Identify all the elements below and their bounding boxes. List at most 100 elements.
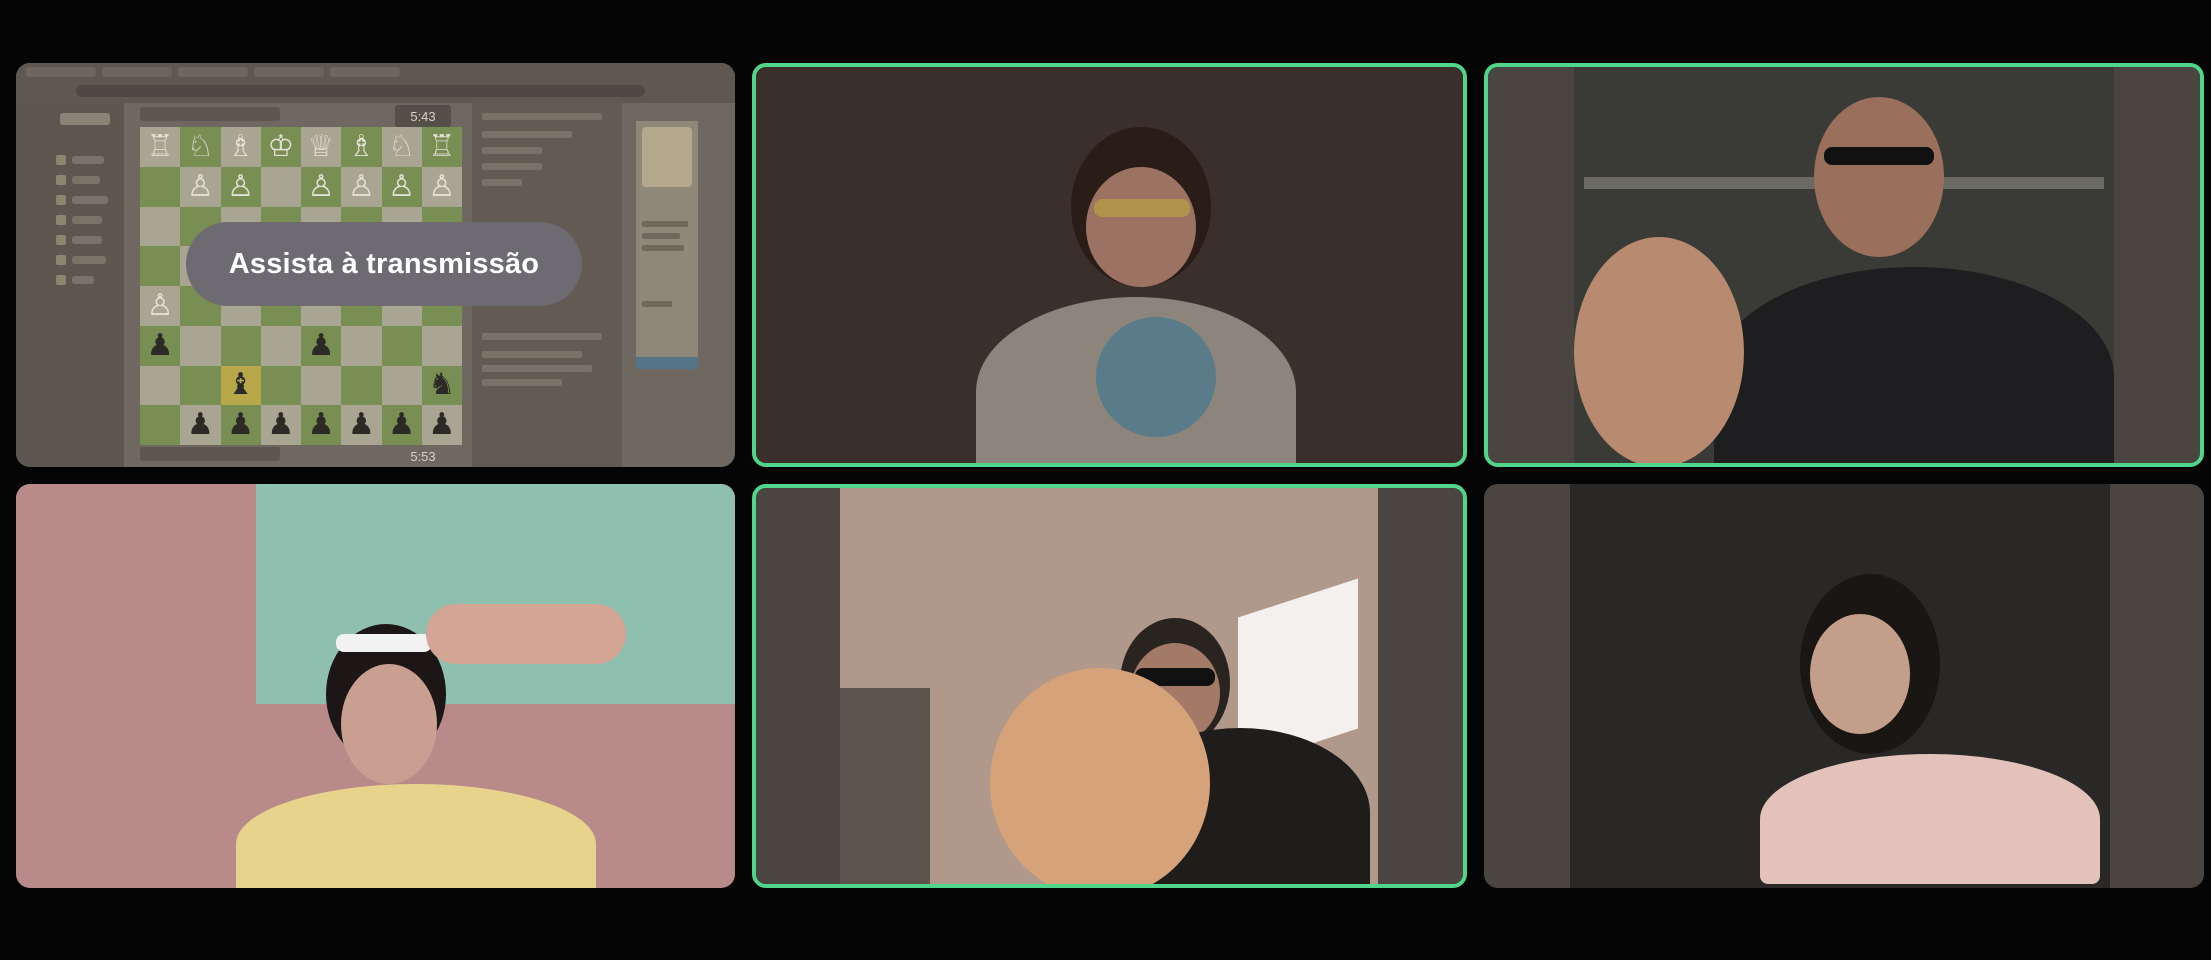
chess-piece: ♟ bbox=[140, 325, 181, 366]
watch-icon bbox=[56, 215, 66, 225]
sidebar-item bbox=[72, 236, 102, 244]
decorative-shape bbox=[642, 301, 672, 307]
decorative-shape bbox=[482, 131, 572, 138]
decorative-shape bbox=[254, 67, 324, 77]
chess-piece: ♘ bbox=[180, 127, 221, 167]
participant-tile[interactable] bbox=[1484, 484, 2204, 888]
chess-piece: ♟ bbox=[301, 325, 342, 366]
board-square bbox=[180, 325, 221, 366]
decorative-shape bbox=[482, 365, 592, 372]
decorative-shape bbox=[482, 333, 602, 340]
chess-piece: ♟ bbox=[220, 405, 261, 445]
decorative-shape bbox=[1574, 237, 1744, 463]
chess-piece: ♝ bbox=[220, 365, 261, 406]
sidebar-item bbox=[72, 276, 94, 284]
decorative-shape bbox=[1094, 199, 1190, 217]
sidebar-item bbox=[72, 196, 108, 204]
sidebar-item bbox=[72, 256, 106, 264]
participant-figure bbox=[1574, 87, 2114, 463]
decorative-shape bbox=[482, 113, 602, 120]
participant-figure bbox=[930, 608, 1370, 884]
play-icon bbox=[56, 155, 66, 165]
board-square bbox=[381, 365, 422, 406]
decorative-shape bbox=[2114, 67, 2200, 463]
sidebar-item bbox=[72, 176, 100, 184]
chess-piece: ♟ bbox=[260, 405, 301, 445]
decorative-shape bbox=[482, 163, 542, 170]
board-square bbox=[421, 325, 462, 366]
puzzle-icon bbox=[56, 175, 66, 185]
chess-piece: ♟ bbox=[180, 405, 221, 445]
decorative-shape bbox=[341, 664, 437, 784]
participant-tile[interactable] bbox=[16, 484, 735, 888]
chess-piece: ♙ bbox=[180, 166, 221, 207]
decorative-shape bbox=[840, 488, 1378, 884]
decorative-shape bbox=[178, 67, 248, 77]
decorative-shape bbox=[482, 147, 542, 154]
chess-piece: ♙ bbox=[301, 166, 342, 207]
browser-urlbar bbox=[76, 85, 645, 97]
news-icon bbox=[56, 235, 66, 245]
decorative-shape bbox=[1378, 488, 1463, 884]
decorative-shape bbox=[336, 634, 432, 652]
chess-piece: ♖ bbox=[140, 127, 181, 167]
self-clock: 5:53 bbox=[410, 448, 436, 464]
chess-piece: ♟ bbox=[381, 405, 422, 445]
chess-piece: ♗ bbox=[341, 127, 382, 167]
decorative-shape bbox=[1714, 267, 2114, 463]
decorative-shape bbox=[26, 67, 96, 77]
board-square bbox=[341, 325, 382, 366]
participant-video bbox=[16, 484, 735, 888]
decorative-shape bbox=[482, 351, 582, 358]
learn-icon bbox=[56, 195, 66, 205]
chess-piece: ♟ bbox=[421, 405, 462, 445]
chess-piece: ♟ bbox=[341, 405, 382, 445]
chess-piece: ♗ bbox=[220, 127, 261, 167]
decorative-shape bbox=[642, 245, 684, 251]
participant-video bbox=[756, 67, 1463, 463]
participant-video bbox=[1488, 67, 2200, 463]
browser-toolbar bbox=[16, 63, 735, 103]
more-icon bbox=[56, 275, 66, 285]
participant-tile[interactable] bbox=[1484, 63, 2204, 467]
participant-figure bbox=[1740, 574, 2110, 884]
board-square bbox=[140, 246, 181, 286]
opponent-player-bar bbox=[140, 107, 280, 121]
decorative-shape bbox=[102, 67, 172, 77]
participant-video bbox=[756, 488, 1463, 884]
ad-banner bbox=[636, 121, 698, 369]
decorative-shape bbox=[756, 488, 840, 884]
self-player-bar bbox=[140, 447, 280, 461]
decorative-shape bbox=[1810, 614, 1910, 734]
board-square bbox=[260, 325, 301, 366]
sidebar-item bbox=[72, 216, 102, 224]
board-square bbox=[140, 206, 181, 247]
decorative-shape bbox=[1484, 484, 1570, 888]
decorative-shape bbox=[636, 357, 698, 369]
decorative-shape bbox=[426, 604, 626, 664]
browser-tabstrip bbox=[26, 67, 725, 81]
participant-tile[interactable] bbox=[752, 484, 1467, 888]
board-square bbox=[220, 325, 261, 366]
chess-piece: ♙ bbox=[140, 286, 181, 326]
board-square bbox=[341, 365, 382, 406]
board-square bbox=[260, 365, 301, 406]
decorative-shape bbox=[330, 67, 400, 77]
decorative-shape bbox=[990, 668, 1210, 884]
chess-piece: ♙ bbox=[421, 166, 462, 207]
decorative-shape bbox=[2110, 484, 2204, 888]
chess-piece: ♔ bbox=[260, 127, 301, 167]
screen-share-tile[interactable]: 5:43 ♖ ♘ ♗ ♔ ♕ ♗ ♘ ♖ ♙ ♙ ♙ ♙ ♙ ♙ ♙ ♟ ♟ ♝ ♞ ♟ ♟ ♟ ♟ ♟ ♟ ♟ 5:5… bbox=[16, 63, 735, 467]
site-logo bbox=[60, 113, 110, 125]
chess-piece: ♕ bbox=[301, 127, 342, 167]
board-square bbox=[260, 166, 301, 207]
watch-stream-button[interactable]: Assista à transmissão bbox=[186, 222, 582, 306]
chess-piece: ♙ bbox=[341, 166, 382, 207]
participant-tile[interactable] bbox=[752, 63, 1467, 467]
decorative-shape bbox=[482, 179, 522, 186]
decorative-shape bbox=[642, 233, 680, 239]
opponent-clock: 5:43 bbox=[395, 105, 451, 127]
participant-figure bbox=[976, 107, 1296, 463]
chess-piece: ♖ bbox=[421, 127, 462, 167]
participant-figure bbox=[206, 604, 676, 888]
